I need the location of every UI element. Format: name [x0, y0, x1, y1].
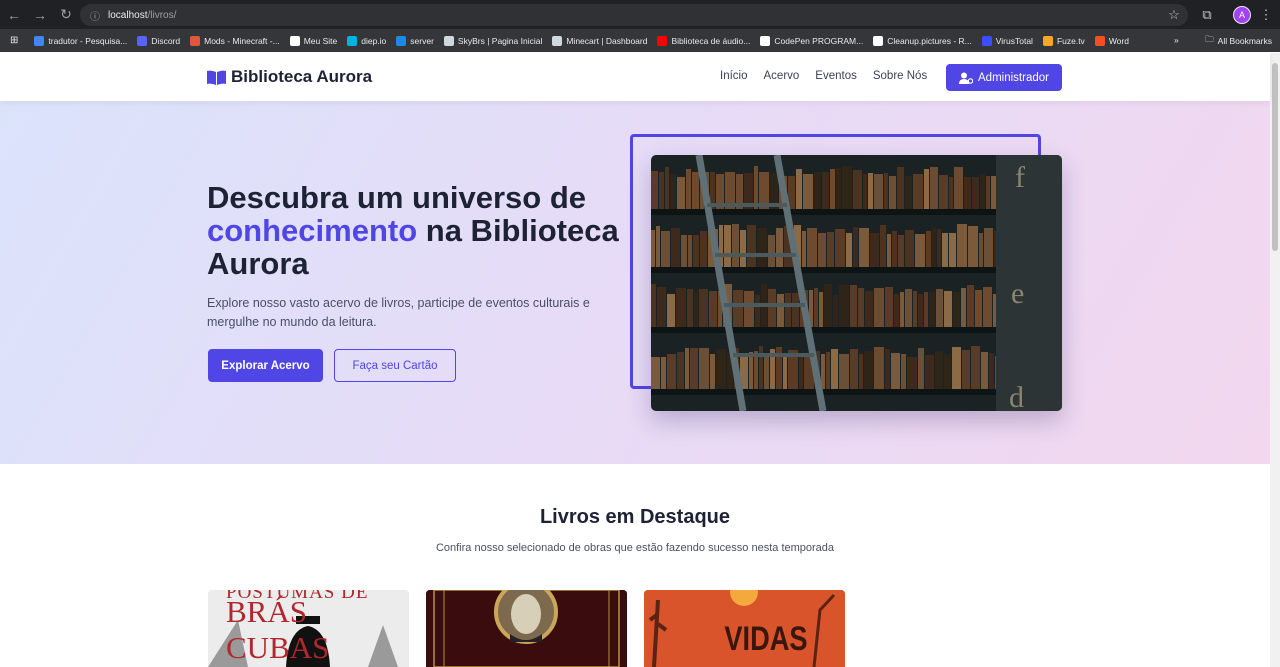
apps-grid-icon[interactable]: ⊞	[10, 35, 18, 46]
all-bookmarks-folder[interactable]: 🗀 All Bookmarks	[1205, 34, 1272, 48]
bookmark-item[interactable]: Fuze.tv	[1042, 35, 1085, 46]
hero-title-part1: Descubra um universo de	[207, 180, 587, 215]
bookmark-item[interactable]: Minecart | Dashboard	[552, 35, 648, 46]
bookmark-star-icon[interactable]: ☆	[1163, 4, 1185, 26]
bookmark-label: Biblioteca de áudio...	[671, 35, 751, 46]
favicon-icon	[190, 35, 201, 46]
favicon-icon	[347, 35, 358, 46]
bookmarks-overflow-icon[interactable]: »	[1174, 35, 1179, 45]
hero-subtitle: Explore nosso vasto acervo de livros, pa…	[207, 296, 590, 329]
hero-section: Descubra um universo de conhecimento na …	[0, 101, 1270, 464]
site-header: Biblioteca Aurora Início Acervo Eventos …	[0, 53, 1270, 101]
page-scrollbar[interactable]	[1270, 53, 1280, 667]
nav-link-eventos[interactable]: Eventos	[815, 70, 857, 82]
favicon-icon	[1042, 35, 1053, 46]
bookmark-label: Cleanup.pictures - R...	[887, 35, 972, 46]
get-library-card-button[interactable]: Faça seu Cartão	[334, 349, 456, 382]
bookmark-label: Discord	[151, 35, 181, 46]
bookmark-item[interactable]: VirusTotal	[981, 35, 1033, 46]
book-cover-text-2: BRÁS CUBAS	[226, 594, 330, 665]
favicon-icon	[552, 35, 563, 46]
favicon-icon	[873, 35, 884, 46]
user-gear-icon	[959, 72, 974, 84]
address-bar[interactable]: ⓘ localhost/livros/	[80, 4, 1188, 26]
bookmark-item[interactable]: Word	[1094, 35, 1129, 46]
scrollbar-thumb[interactable]	[1272, 63, 1278, 251]
bookmark-label: tradutor - Pesquisa...	[48, 35, 128, 46]
bookmark-item[interactable]: Mods - Minecraft -...	[190, 35, 280, 46]
book-card[interactable]: VIDAS	[644, 590, 845, 667]
featured-title: Livros em Destaque	[539, 506, 731, 528]
logo-text: Biblioteca Aurora	[231, 67, 373, 86]
favicon-icon	[34, 35, 45, 46]
book-cover-title: VIDAS	[724, 620, 808, 658]
bookmark-item[interactable]: tradutor - Pesquisa...	[34, 35, 128, 46]
favicon-icon	[137, 35, 148, 46]
nav-link-inicio[interactable]: Início	[720, 70, 748, 82]
bookmark-item[interactable]: diep.io	[347, 35, 387, 46]
explore-collection-button[interactable]: Explorar Acervo	[208, 349, 323, 382]
folder-icon: 🗀	[1205, 34, 1214, 44]
bookmark-label: Meu Site	[303, 35, 338, 46]
bookmark-item[interactable]: SkyBrs | Pagina Inicial	[443, 35, 543, 46]
open-book-icon	[207, 70, 226, 85]
bookmark-item[interactable]: CodePen PROGRAM...	[760, 35, 864, 46]
favicon-icon	[289, 35, 300, 46]
hero-title: Descubra um universo de conhecimento na …	[207, 181, 627, 280]
bookmark-label: Minecart | Dashboard	[566, 35, 648, 46]
svg-text:d: d	[1009, 381, 1024, 411]
admin-button[interactable]: Administrador	[946, 64, 1062, 91]
bookmark-label: CodePen PROGRAM...	[774, 35, 864, 46]
bookmark-label: Fuze.tv	[1056, 35, 1085, 46]
bookmark-item[interactable]: Meu Site	[289, 35, 338, 46]
menu-kebab-icon[interactable]: ⋮	[1255, 4, 1277, 26]
back-arrow-icon[interactable]: ←	[2, 7, 26, 23]
bookmark-item[interactable]: Discord	[137, 35, 181, 46]
book-card[interactable]	[426, 590, 627, 667]
url-host: localhost	[108, 9, 148, 21]
nav-link-sobre[interactable]: Sobre Nós	[873, 70, 927, 82]
favicon-icon	[981, 35, 992, 46]
favicon-icon	[1094, 35, 1105, 46]
bookmark-item[interactable]: Biblioteca de áudio...	[657, 35, 751, 46]
favicon-icon	[657, 35, 668, 46]
bookmark-item[interactable]: Cleanup.pictures - R...	[873, 35, 972, 46]
admin-button-label: Administrador	[978, 71, 1049, 84]
featured-subtitle: Confira nosso selecionado de obras que e…	[435, 542, 835, 554]
reload-icon[interactable]: ↻	[54, 6, 78, 23]
extensions-icon[interactable]: ⧉	[1196, 4, 1218, 26]
favicon-icon	[396, 35, 407, 46]
bookmark-label: SkyBrs | Pagina Inicial	[457, 35, 543, 46]
svg-text:f: f	[1015, 161, 1025, 194]
favicon-icon	[760, 35, 771, 46]
bookmark-label: Mods - Minecraft -...	[204, 35, 280, 46]
site-logo[interactable]: Biblioteca Aurora	[207, 67, 372, 87]
favicon-icon	[443, 35, 454, 46]
bookmark-item[interactable]: server	[396, 35, 434, 46]
hero-title-highlight: conhecimento	[207, 213, 418, 248]
all-bookmarks-label: All Bookmarks	[1217, 36, 1272, 46]
profile-avatar[interactable]: A	[1233, 6, 1251, 24]
bookmark-label: VirusTotal	[995, 35, 1033, 46]
bookmark-label: server	[410, 35, 434, 46]
library-shelves-image: f e d	[651, 155, 1062, 411]
url-path: /livros/	[147, 9, 177, 21]
forward-arrow-icon[interactable]: →	[28, 7, 52, 23]
site-info-icon[interactable]: ⓘ	[90, 8, 100, 23]
book-card[interactable]: PÓSTUMAS DE BRÁS CUBAS	[208, 590, 409, 667]
main-nav: Início Acervo Eventos Sobre Nós	[720, 70, 943, 82]
svg-text:e: e	[1011, 277, 1024, 310]
bookmarks-bar: ⊞ tradutor - Pesquisa... Discord Mods - Mi…	[0, 29, 1280, 52]
bookmark-label: diep.io	[361, 35, 387, 46]
browser-toolbar: ← → ↻ ⓘ localhost/livros/ ☆ ⧉ A ⋮	[0, 0, 1280, 29]
nav-link-acervo[interactable]: Acervo	[764, 70, 800, 82]
bookmark-label: Word	[1108, 35, 1129, 46]
